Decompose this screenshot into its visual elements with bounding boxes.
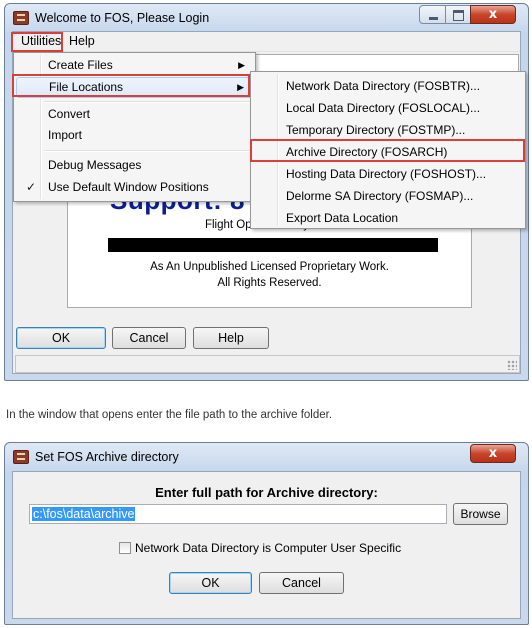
login-titlebar[interactable]: Welcome to FOS, Please Login x (5, 4, 528, 34)
menu-item-debug-messages[interactable]: Debug Messages (16, 155, 253, 176)
dialog-title: Set FOS Archive directory (35, 450, 179, 464)
computer-user-specific-label: Network Data Directory is Computer User … (135, 541, 402, 555)
utilities-menu: Create Files ▶ File Locations ▶ Convert … (13, 52, 256, 202)
menu-utilities[interactable]: Utilities (17, 33, 65, 50)
rights-text: All Rights Reserved. (217, 277, 322, 289)
resize-grip-icon[interactable] (507, 360, 517, 370)
archive-path-value: c:\fos\data\archive (32, 507, 136, 521)
instruction-caption: In the window that opens enter the file … (6, 409, 333, 421)
app-icon (13, 450, 29, 464)
dialog-ok-button[interactable]: OK (169, 572, 252, 594)
menu-help[interactable]: Help (65, 33, 99, 50)
menu-item-use-default-window-positions[interactable]: ✓ Use Default Window Positions (16, 177, 253, 198)
menu-separator (44, 150, 251, 152)
close-glyph: x (488, 7, 498, 22)
checkmark-icon: ✓ (26, 180, 37, 194)
cancel-button[interactable]: Cancel (112, 327, 186, 349)
file-locations-label: File Locations (49, 80, 124, 94)
maximize-icon[interactable] (445, 5, 471, 24)
menu-item-convert[interactable]: Convert (16, 104, 253, 125)
window-title: Welcome to FOS, Please Login (35, 11, 210, 25)
app-icon (13, 11, 29, 25)
dialog-close-glyph: x (488, 446, 498, 461)
menu-item-hosting-data-directory[interactable]: Hosting Data Directory (FOSHOST)... (253, 163, 523, 185)
close-icon[interactable]: x (470, 444, 516, 463)
menu-item-delorme-sa-directory[interactable]: Delorme SA Directory (FOSMAP)... (253, 185, 523, 207)
computer-user-specific-checkbox[interactable] (119, 542, 131, 554)
menu-item-temporary-directory[interactable]: Temporary Directory (FOSTMP)... (253, 119, 523, 141)
minimize-icon[interactable] (419, 5, 446, 24)
dialog-heading: Enter full path for Archive directory: (155, 485, 378, 500)
menubar: Utilities Help (13, 32, 520, 52)
menu-item-archive-directory[interactable]: Archive Directory (FOSARCH) (253, 141, 523, 163)
archive-dialog-client: Enter full path for Archive directory: c… (12, 471, 521, 619)
unpublished-text: As An Unpublished Licensed Proprietary W… (150, 261, 389, 273)
menu-item-file-locations[interactable]: File Locations ▶ (16, 77, 253, 98)
submenu-arrow-icon: ▶ (238, 60, 245, 70)
ok-button[interactable]: OK (16, 327, 106, 349)
redacted-bar (108, 238, 438, 252)
close-icon[interactable]: x (470, 5, 516, 24)
file-locations-submenu: Network Data Directory (FOSBTR)... Local… (250, 71, 526, 229)
archive-path-input[interactable]: c:\fos\data\archive (29, 504, 447, 524)
menu-separator (44, 101, 251, 103)
status-bar (15, 355, 520, 373)
create-files-label: Create Files (48, 58, 113, 72)
archive-dialog: Set FOS Archive directory x Enter full p… (4, 442, 529, 625)
menu-item-create-files[interactable]: Create Files ▶ (16, 55, 253, 76)
menu-item-import[interactable]: Import (16, 125, 253, 146)
menu-item-export-data-location[interactable]: Export Data Location (253, 207, 523, 229)
browse-button[interactable]: Browse (453, 503, 508, 525)
archive-dialog-titlebar[interactable]: Set FOS Archive directory x (5, 443, 528, 473)
menu-item-network-data-directory[interactable]: Network Data Directory (FOSBTR)... (253, 75, 523, 97)
use-default-window-positions-label: Use Default Window Positions (48, 180, 209, 194)
submenu-arrow-icon: ▶ (237, 82, 244, 92)
menu-item-local-data-directory[interactable]: Local Data Directory (FOSLOCAL)... (253, 97, 523, 119)
help-button[interactable]: Help (193, 327, 269, 349)
dialog-cancel-button[interactable]: Cancel (259, 572, 344, 594)
